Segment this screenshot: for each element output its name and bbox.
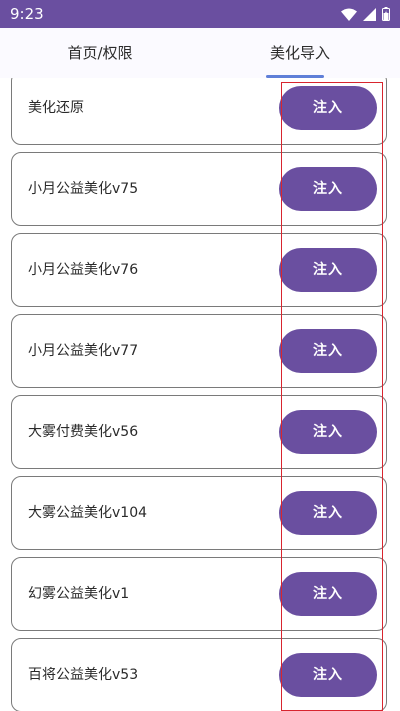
list-item: 百将公益美化v53 注入	[11, 638, 387, 711]
item-label: 小月公益美化v76	[28, 262, 139, 278]
tab-beautify-import[interactable]: 美化导入	[200, 28, 400, 78]
inject-button[interactable]: 注入	[279, 653, 377, 697]
inject-button[interactable]: 注入	[279, 329, 377, 373]
item-label: 大雾付费美化v56	[28, 424, 139, 440]
signal-icon	[363, 7, 376, 21]
list-item: 美化还原 注入	[11, 78, 387, 145]
list-item: 小月公益美化v76 注入	[11, 233, 387, 307]
status-time: 9:23	[10, 5, 44, 23]
tab-home-permissions[interactable]: 首页/权限	[0, 28, 200, 78]
tab-bar: 首页/权限 美化导入	[0, 28, 400, 78]
inject-button[interactable]: 注入	[279, 167, 377, 211]
skin-list[interactable]: 美化还原 注入 小月公益美化v75 注入 小月公益美化v76 注入 小月公益美化…	[0, 78, 400, 711]
battery-icon	[382, 7, 390, 21]
inject-button[interactable]: 注入	[279, 248, 377, 292]
list-item: 大雾公益美化v104 注入	[11, 476, 387, 550]
item-label: 大雾公益美化v104	[28, 505, 148, 521]
item-label: 小月公益美化v75	[28, 181, 139, 197]
inject-button[interactable]: 注入	[279, 491, 377, 535]
item-label: 小月公益美化v77	[28, 343, 139, 359]
wifi-icon	[341, 8, 357, 21]
list-item: 幻雾公益美化v1 注入	[11, 557, 387, 631]
item-label: 美化还原	[28, 100, 84, 116]
status-bar: 9:23	[0, 0, 400, 28]
list-item: 小月公益美化v75 注入	[11, 152, 387, 226]
item-label: 幻雾公益美化v1	[28, 586, 130, 602]
inject-button[interactable]: 注入	[279, 86, 377, 130]
list-item: 大雾付费美化v56 注入	[11, 395, 387, 469]
list-item: 小月公益美化v77 注入	[11, 314, 387, 388]
inject-button[interactable]: 注入	[279, 572, 377, 616]
item-label: 百将公益美化v53	[28, 667, 139, 683]
inject-button[interactable]: 注入	[279, 410, 377, 454]
status-icons	[341, 6, 390, 22]
